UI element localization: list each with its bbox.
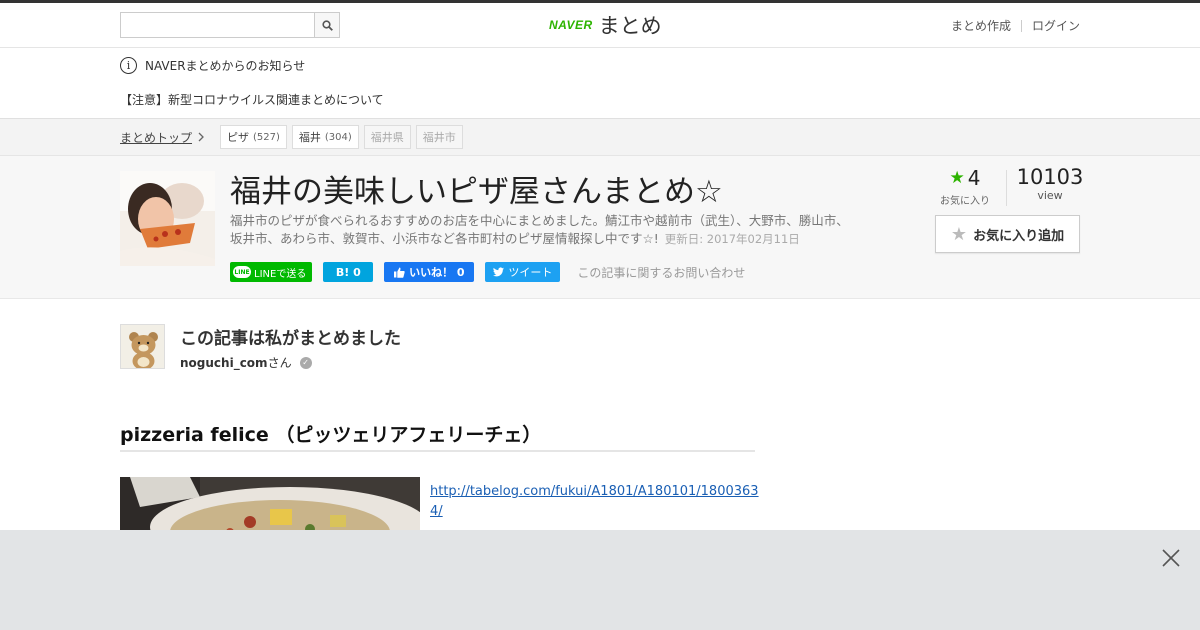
notice-title: NAVERまとめからのお知らせ [145, 59, 306, 73]
add-favorite-label: お気に入り追加 [973, 228, 1065, 244]
article-title: 福井の美味しいピザ屋さんまとめ☆ [230, 174, 723, 210]
ad-overlay [0, 530, 1200, 630]
search-box [120, 12, 340, 38]
author-name-link[interactable]: noguchi_comさん [180, 354, 292, 371]
site-logo[interactable]: NAVER まとめ [549, 10, 662, 40]
article-header: 福井の美味しいピザ屋さんまとめ☆ 福井市のピザが食べられるおすすめのお店を中心に… [0, 156, 1200, 299]
close-icon[interactable] [1161, 548, 1181, 568]
line-share-button[interactable]: LINE LINEで送る [230, 262, 313, 282]
breadcrumb-top-label: まとめトップ [120, 131, 193, 145]
facebook-like-icon [394, 267, 405, 278]
hatena-bookmark-button[interactable]: B! 0 [323, 262, 374, 282]
view-label: view [1037, 189, 1063, 202]
tag-label: 福井市 [422, 131, 456, 144]
tag-count: (304) [324, 131, 352, 143]
tag-label: 福井 [298, 131, 321, 144]
view-count-block: 10103 view [1015, 165, 1085, 202]
inquiry-link[interactable]: この記事に関するお問い合わせ [577, 264, 745, 281]
author-suffix: さん [267, 356, 292, 370]
divider [1006, 170, 1007, 206]
tag-fukui-city[interactable]: 福井市 [415, 125, 463, 149]
twitter-bird-icon [493, 267, 505, 277]
avatar[interactable] [120, 324, 165, 369]
facebook-like-button[interactable]: いいね！ 0 [384, 262, 475, 282]
star-icon: ★ [949, 168, 965, 188]
facebook-like-label: いいね！ 0 [409, 266, 465, 279]
search-button[interactable] [314, 13, 339, 37]
tag-count: (527) [253, 131, 280, 143]
logo-matome: まとめ [598, 14, 662, 38]
tag-label: ピザ [227, 131, 249, 144]
create-matome-link[interactable]: まとめ作成 [951, 17, 1011, 34]
tag-fukui[interactable]: 福井 (304) [291, 125, 359, 149]
view-count: 10103 [1016, 165, 1084, 189]
notice-header: i NAVERまとめからのお知らせ [120, 57, 305, 74]
tweet-button[interactable]: ツイート [485, 262, 561, 282]
hatena-label: B! 0 [335, 265, 361, 279]
author-heading: この記事は私がまとめました [180, 329, 401, 349]
updated-date: 更新日: 2017年02月11日 [664, 232, 800, 246]
author-name: noguchi_com [180, 356, 268, 370]
search-input[interactable] [121, 13, 315, 37]
share-buttons: LINE LINEで送る B! 0 いいね！ 0 ツイート この記事に関するお問… [230, 262, 745, 282]
favorites-count-block: ★ 4 お気に入り [935, 166, 995, 207]
notice-link[interactable]: 【注意】新型コロナウイルス関連まとめについて [120, 91, 384, 108]
section-heading: pizzeria felice （ピッツェリアフェリーチェ） [120, 420, 755, 452]
favorites-count: 4 [967, 166, 981, 190]
tweet-label: ツイート [508, 266, 553, 279]
tag-label: 福井県 [370, 131, 404, 144]
logo-naver: NAVER [549, 18, 593, 32]
line-logo-icon: LINE [233, 266, 251, 278]
article-description: 福井市のピザが食べられるおすすめのお店を中心にまとめました。鯖江市や越前市（武生… [230, 212, 850, 248]
tag-list: ピザ (527) 福井 (304) 福井県 福井市 [220, 125, 468, 149]
divider [1020, 19, 1022, 32]
restaurant-photo[interactable] [120, 477, 420, 537]
search-icon [321, 19, 333, 31]
favorites-label: お気に入り [940, 196, 990, 207]
info-icon: i [120, 57, 137, 74]
article-thumbnail [120, 171, 215, 266]
star-icon: ★ [950, 223, 968, 245]
tabelog-link[interactable]: http://tabelog.com/fukui/A1801/A180101/1… [430, 482, 760, 522]
author-name-row: noguchi_comさん ✓ [180, 354, 312, 371]
line-share-label: LINEで送る [254, 268, 307, 280]
breadcrumb-bar: まとめトップ ピザ (527) 福井 (304) 福井県 福井市 [0, 118, 1200, 156]
site-header: NAVER まとめ まとめ作成 ログイン [0, 3, 1200, 48]
chevron-right-icon [198, 131, 204, 145]
login-link[interactable]: ログイン [1032, 17, 1080, 34]
header-links: まとめ作成 ログイン [951, 17, 1080, 34]
add-favorite-button[interactable]: ★ お気に入り追加 [935, 215, 1080, 253]
tag-pizza[interactable]: ピザ (527) [220, 125, 287, 149]
verified-check-icon: ✓ [299, 356, 312, 369]
breadcrumb-top-link[interactable]: まとめトップ [120, 129, 204, 146]
tag-fukui-prefecture[interactable]: 福井県 [363, 125, 411, 149]
